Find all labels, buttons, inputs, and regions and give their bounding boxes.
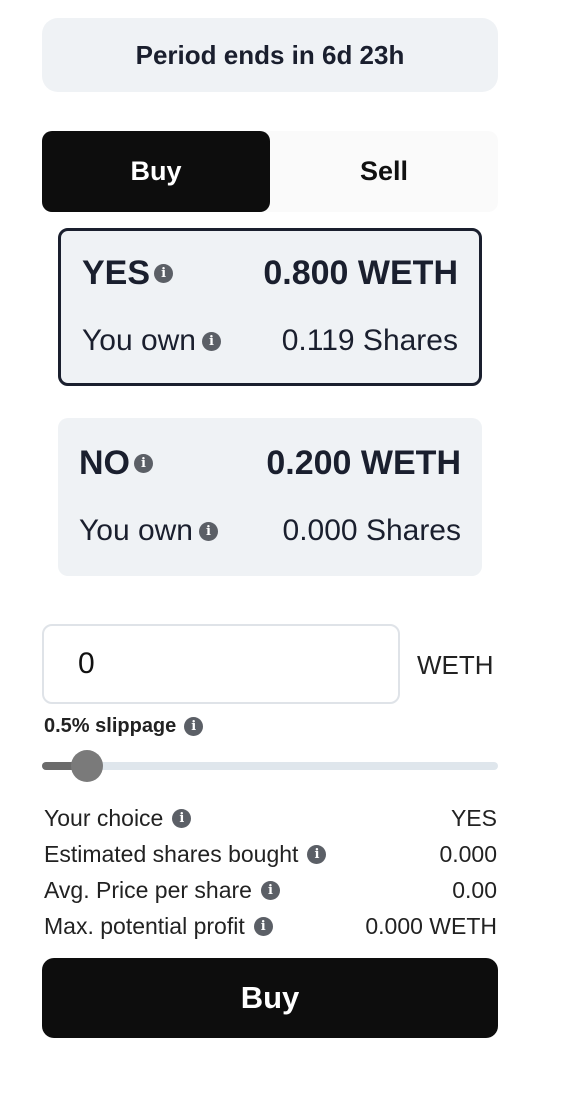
outcome-price: 0.200 WETH xyxy=(266,444,461,482)
info-icon[interactable]: i xyxy=(202,331,221,351)
summary-row-max-profit: Max. potential profit i 0.000 WETH xyxy=(44,908,497,944)
summary-row-your-choice: Your choice i YES xyxy=(44,800,497,836)
trade-summary: Your choice i YES Estimated shares bought… xyxy=(44,800,497,944)
tab-buy[interactable]: Buy xyxy=(42,131,270,212)
summary-value: 0.000 WETH xyxy=(365,912,497,939)
outcome-price: 0.800 WETH xyxy=(263,254,458,292)
summary-row-avg-price: Avg. Price per share i 0.00 xyxy=(44,872,497,908)
buy-sell-tabs: Buy Sell xyxy=(42,131,498,212)
summary-value: 0.000 xyxy=(439,840,497,867)
outcome-card-no[interactable]: NO i 0.200 WETH You own i 0.000 Shares xyxy=(58,418,482,576)
you-own-label: You own i xyxy=(79,514,218,548)
info-icon[interactable]: i xyxy=(134,454,153,473)
summary-label: Estimated shares bought xyxy=(44,840,299,867)
owned-shares-value: 0.000 Shares xyxy=(282,514,461,547)
info-icon[interactable]: i xyxy=(199,521,218,541)
info-icon[interactable]: i xyxy=(253,916,273,936)
slippage-label: 0.5% slippage i xyxy=(44,715,204,738)
you-own-label: You own i xyxy=(82,324,221,358)
summary-value: 0.00 xyxy=(452,876,497,903)
you-own-text: You own xyxy=(79,514,193,547)
slippage-slider-thumb[interactable] xyxy=(71,750,104,782)
amount-input[interactable] xyxy=(42,624,400,704)
period-ends-text: Period ends in 6d 23h xyxy=(135,39,405,70)
slippage-text: 0.5% slippage xyxy=(44,715,177,737)
outcome-name: YES i xyxy=(82,254,174,293)
outcome-card-yes[interactable]: YES i 0.800 WETH You own i 0.119 Shares xyxy=(58,228,482,386)
info-icon[interactable]: i xyxy=(260,880,280,900)
info-icon[interactable]: i xyxy=(184,717,204,736)
outcome-name: NO i xyxy=(79,444,153,483)
summary-value: YES xyxy=(450,804,497,831)
summary-label: Avg. Price per share xyxy=(44,876,252,903)
tab-sell[interactable]: Sell xyxy=(270,131,498,212)
summary-label: Max. potential profit xyxy=(44,912,245,939)
info-icon[interactable]: i xyxy=(307,844,327,864)
buy-button[interactable]: Buy xyxy=(42,958,498,1038)
summary-label: Your choice xyxy=(44,804,164,831)
currency-label: WETH xyxy=(417,650,494,680)
info-icon[interactable]: i xyxy=(154,264,174,283)
summary-row-estimated-shares: Estimated shares bought i 0.000 xyxy=(44,836,497,872)
outcome-name-label: NO xyxy=(79,444,130,482)
info-icon[interactable]: i xyxy=(172,808,192,828)
period-ends-banner: Period ends in 6d 23h xyxy=(42,18,498,92)
you-own-text: You own xyxy=(82,324,196,357)
outcome-name-label: YES xyxy=(82,254,151,292)
owned-shares-value: 0.119 Shares xyxy=(281,324,458,357)
slippage-slider-track[interactable] xyxy=(42,762,498,770)
